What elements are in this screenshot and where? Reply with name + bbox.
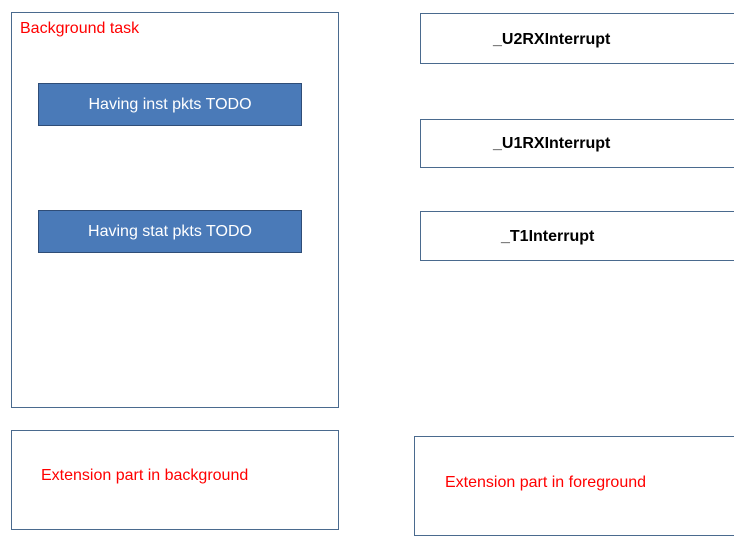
extension-foreground-box: Extension part in foreground xyxy=(414,436,734,536)
extension-background-label: Extension part in background xyxy=(41,467,249,484)
extension-background-box: Extension part in background xyxy=(11,430,339,530)
t1-interrupt-label: _T1Interrupt xyxy=(501,228,595,245)
extension-foreground-label: Extension part in foreground xyxy=(445,474,647,491)
having-stat-pkts-label: Having stat pkts TODO xyxy=(88,222,252,240)
u2rx-interrupt-label: _U2RXInterrupt xyxy=(493,31,611,48)
u1rx-interrupt-label: _U1RXInterrupt xyxy=(493,135,611,152)
u2rx-interrupt-box: _U2RXInterrupt xyxy=(420,13,734,64)
having-inst-pkts-block: Having inst pkts TODO xyxy=(38,83,302,126)
u1rx-interrupt-box: _U1RXInterrupt xyxy=(420,119,734,168)
having-stat-pkts-block: Having stat pkts TODO xyxy=(38,210,302,253)
t1-interrupt-box: _T1Interrupt xyxy=(420,211,734,261)
having-inst-pkts-label: Having inst pkts TODO xyxy=(88,95,252,113)
background-task-title: Background task xyxy=(20,20,140,37)
